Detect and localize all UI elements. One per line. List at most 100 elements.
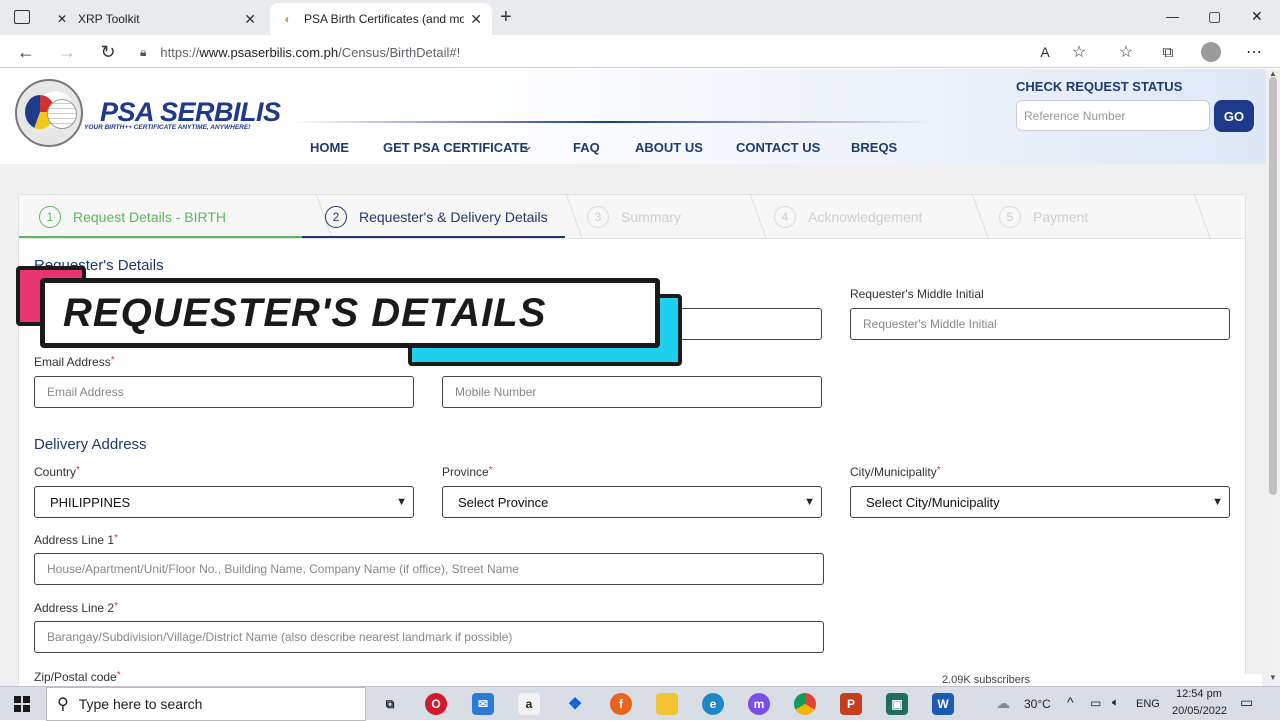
app-icon[interactable]: ▣ (886, 693, 908, 715)
notifications-icon[interactable]: ▭ (1240, 694, 1253, 711)
search-placeholder: Type here to search (78, 696, 203, 712)
language-indicator[interactable]: ENG (1136, 698, 1160, 710)
address1-placeholder: House/Apartment/Unit/Floor No., Building… (47, 562, 519, 576)
step-1[interactable]: 1 Request Details - BIRTH (39, 195, 226, 239)
mail-icon[interactable]: ✉ (472, 693, 494, 715)
url-domain: www.psaserbilis.com.ph (199, 44, 339, 60)
close-tab-icon[interactable]: ✕ (244, 11, 256, 28)
middle-initial-input[interactable]: Requester's Middle Initial (850, 308, 1230, 340)
province-select[interactable]: Select Province ▼ (442, 486, 822, 518)
required-mark: * (110, 355, 115, 366)
volume-icon[interactable]: 🔈︎ (1112, 695, 1119, 710)
close-tab-icon[interactable]: ✕ (470, 11, 482, 28)
chrome-icon[interactable] (794, 693, 816, 715)
address2-placeholder: Barangay/Subdivision/Village/District Na… (47, 630, 513, 644)
step-4[interactable]: 4 Acknowledgement (774, 195, 922, 239)
edge-icon[interactable]: e (702, 693, 724, 715)
scrollbar-thumb[interactable] (1269, 77, 1277, 495)
nav-faq[interactable]: FAQ (573, 140, 600, 155)
new-tab-button[interactable]: + (500, 6, 512, 29)
messenger-icon[interactable]: m (748, 693, 770, 715)
favorite-star-icon[interactable]: ☆ (1067, 40, 1091, 64)
maximize-button[interactable]: ▢ (1208, 8, 1221, 25)
mobile-number-input[interactable]: Mobile Number (442, 376, 822, 408)
nav-breqs[interactable]: BREQS (851, 140, 897, 155)
address1-label: Address Line 1* (34, 533, 118, 547)
tab-title: XRP Toolkit (78, 12, 140, 26)
address2-label-text: Address Line 2 (34, 601, 115, 615)
collections-icon[interactable]: ⧉ (1156, 40, 1180, 64)
favorites-icon[interactable]: ☆ (1114, 40, 1138, 64)
refresh-icon[interactable]: ↻ (96, 40, 120, 64)
powerpoint-icon[interactable]: P (840, 693, 862, 715)
minimize-button[interactable]: — (1166, 9, 1179, 24)
amazon-icon[interactable]: a (518, 693, 540, 715)
popup-fragment: 2.09K subscribers (862, 674, 1262, 686)
address-bar: ← → ↻ 🔒︎ https:// www.psaserbilis.com.ph… (0, 35, 1280, 68)
battery-icon[interactable]: ▭ (1090, 696, 1101, 710)
url-path: /Census/BirthDetail#! (338, 44, 461, 60)
step-label: Acknowledgement (808, 209, 923, 225)
step-5[interactable]: 5 Payment (999, 195, 1088, 239)
step-number: 1 (39, 206, 61, 228)
step-1-underline (19, 236, 302, 238)
address1-input[interactable]: House/Apartment/Unit/Floor No., Building… (34, 553, 824, 585)
tab-actions-icon[interactable] (14, 10, 30, 24)
back-arrow-icon[interactable]: ← (14, 40, 38, 64)
scroll-down-icon[interactable]: ▼ (1269, 673, 1277, 682)
address2-label: Address Line 2* (34, 601, 118, 615)
chevron-down-icon: ▼ (1212, 496, 1223, 508)
file-explorer-icon[interactable] (656, 693, 678, 715)
country-select[interactable]: PHILIPPINES ▼ (34, 486, 414, 518)
weather-icon: ☁ (996, 695, 1010, 711)
required-mark: * (936, 465, 941, 476)
task-view-icon[interactable]: ⧉ (379, 693, 401, 715)
profile-avatar[interactable] (1199, 40, 1223, 64)
step-label: Request Details - BIRTH (73, 209, 227, 225)
word-icon[interactable]: W (932, 693, 954, 715)
read-aloud-icon[interactable]: A (1033, 40, 1057, 64)
nav-home[interactable]: HOME (310, 140, 349, 155)
step-3[interactable]: 3 Summary (587, 195, 681, 239)
psa-favicon-icon: ◐ (284, 12, 292, 26)
overlay-title-box: REQUESTER'S DETAILS (40, 278, 660, 348)
more-menu-icon[interactable]: ⋯ (1242, 40, 1266, 64)
nav-about-us[interactable]: ABOUT US (635, 140, 703, 155)
temperature[interactable]: 30°C (1024, 697, 1051, 711)
country-value: PHILIPPINES (50, 494, 131, 510)
tab-psa[interactable]: ◐ PSA Birth Certificates (and more) ✕ (270, 3, 492, 35)
search-icon: ⚲ (57, 696, 69, 713)
windows-start-icon[interactable] (14, 696, 30, 712)
close-window-button[interactable]: ✕ (1251, 8, 1263, 25)
page-scrollbar[interactable]: ▲ ▼ (1266, 69, 1280, 686)
opera-icon[interactable]: O (425, 693, 447, 715)
nav-get-psa-certificate[interactable]: GET PSA CERTIFICATE (383, 140, 528, 155)
dropbox-icon[interactable]: ❖ (564, 693, 586, 715)
address2-input[interactable]: Barangay/Subdivision/Village/District Na… (34, 621, 824, 653)
step-2-underline (302, 236, 565, 238)
city-select[interactable]: Select City/Municipality ▼ (850, 486, 1230, 518)
lock-icon: 🔒︎ (140, 44, 147, 59)
firefox-icon[interactable]: f (610, 693, 632, 715)
required-mark: * (114, 601, 118, 612)
required-mark: * (488, 465, 493, 476)
go-button[interactable]: GO (1214, 100, 1254, 132)
email-input[interactable]: Email Address (34, 376, 414, 408)
clock-time[interactable]: 12:54 pm (1176, 688, 1222, 700)
tray-chevron-up-icon[interactable]: ^ (1067, 694, 1074, 710)
tab-xrp-toolkit[interactable]: ✕ XRP Toolkit ✕ (44, 3, 266, 35)
psa-seal-logo (15, 79, 83, 147)
clock-date[interactable]: 20/05/2022 (1172, 705, 1227, 717)
nav-contact-us[interactable]: CONTACT US (736, 140, 820, 155)
city-label: City/Municipality* (850, 465, 941, 479)
taskbar: ⚲ Type here to search ⧉ O ✉ a ❖ f e m P … (0, 686, 1280, 721)
step-number: 2 (325, 206, 347, 228)
forward-arrow-icon[interactable]: → (55, 40, 79, 64)
required-mark: * (114, 533, 118, 544)
url-field[interactable]: 🔒︎ https:// www.psaserbilis.com.ph /Cens… (140, 39, 1100, 65)
reference-number-input[interactable]: Reference Number (1016, 100, 1210, 131)
province-value: Select Province (458, 494, 549, 510)
taskbar-search-box[interactable]: ⚲ Type here to search (46, 687, 366, 721)
step-2[interactable]: 2 Requester's & Delivery Details (325, 195, 548, 239)
step-label: Payment (1033, 209, 1089, 225)
